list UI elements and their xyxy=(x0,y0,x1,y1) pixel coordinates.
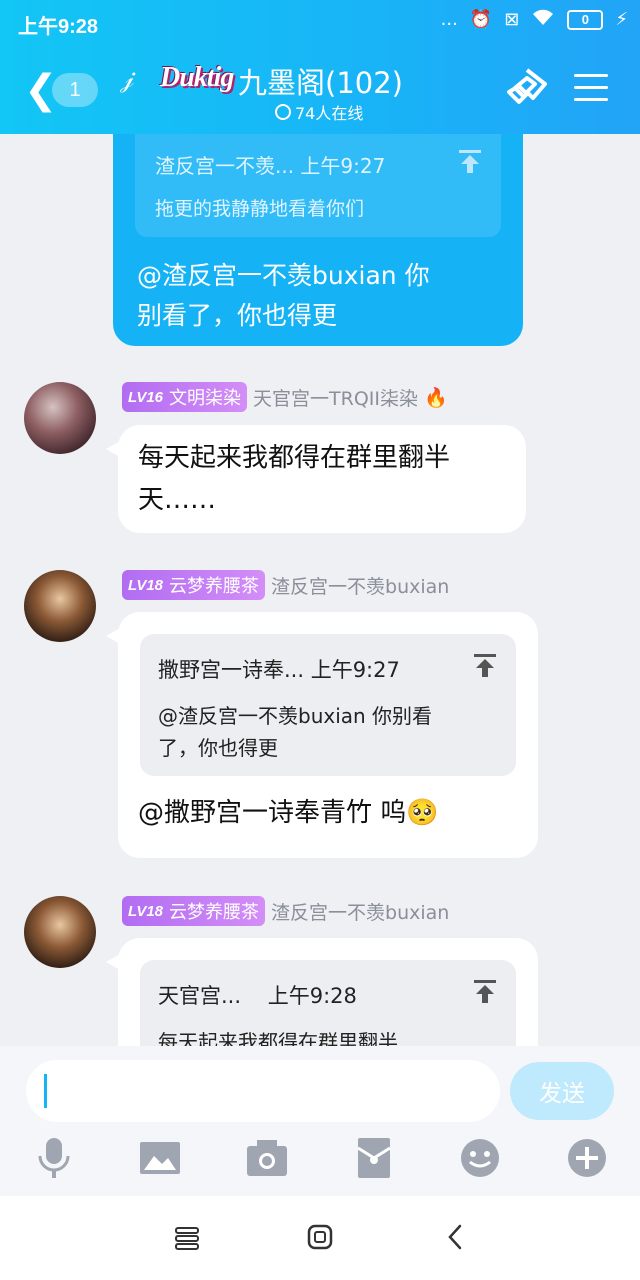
status-time: 上午9:28 xyxy=(18,16,99,38)
group-brand-logo: Duktig xyxy=(160,62,234,93)
level-badge: LV18 云梦养腰茶 xyxy=(122,896,266,926)
group-title[interactable]: 九墨阁(102) xyxy=(238,60,403,102)
unread-count-badge[interactable]: 1 xyxy=(52,73,98,107)
link-share-icon[interactable] xyxy=(505,68,549,108)
sender-name[interactable]: 渣反宫一不羡buxian xyxy=(271,572,449,599)
my-message-bubble[interactable]: 渣反宫一不羡... 上午9:27 拖更的我静静地看着你们 @渣反宫一不羡buxi… xyxy=(113,134,523,346)
chat-area[interactable]: 渣反宫一不羡... 上午9:27 拖更的我静静地看着你们 @渣反宫一不羡buxi… xyxy=(0,134,640,1046)
system-navigation-bar xyxy=(0,1196,640,1280)
message-text: 每天起来我都得在群里翻半 天…… xyxy=(138,443,451,515)
message-input[interactable] xyxy=(26,1060,500,1122)
sender-meta: LV16 文明柒染 天官宫一TRQII柒染 🔥 xyxy=(122,382,448,412)
red-packet-icon[interactable] xyxy=(352,1136,396,1180)
online-icon xyxy=(275,104,291,120)
message-bubble[interactable]: 每天起来我都得在群里翻半 天…… xyxy=(106,425,526,533)
level-badge: LV18 云梦养腰茶 xyxy=(122,570,266,600)
jump-to-quote-icon[interactable] xyxy=(457,148,483,174)
quoted-message[interactable]: 渣反宫一不羡... 上午9:27 拖更的我静静地看着你们 xyxy=(135,134,501,237)
wifi-icon xyxy=(531,8,555,31)
input-bar: 发送 xyxy=(0,1046,640,1196)
quoted-message[interactable]: 天官宫... 上午9:28 每天起来我都得在群里翻半 xyxy=(140,960,516,1046)
microphone-icon[interactable] xyxy=(32,1136,76,1180)
fire-icon: 🔥 xyxy=(424,386,448,409)
quote-header: 撒野宫一诗奉... 上午9:27 xyxy=(158,658,400,682)
sender-name[interactable]: 渣反宫一不羡buxian xyxy=(271,898,449,925)
sim-icon: ⊠ xyxy=(504,9,520,30)
menu-icon[interactable] xyxy=(574,74,608,104)
quote-text: @渣反宫一不羡buxian 你别看 了，你也得更 xyxy=(158,704,433,760)
image-icon[interactable] xyxy=(138,1136,182,1180)
level-badge: LV16 文明柒染 xyxy=(122,382,248,412)
camera-icon[interactable] xyxy=(245,1136,289,1180)
plus-icon[interactable] xyxy=(565,1136,609,1180)
quoted-message[interactable]: 撒野宫一诗奉... 上午9:27 @渣反宫一不羡buxian 你别看 了，你也得… xyxy=(140,634,516,776)
quote-text: 拖更的我静静地看着你们 xyxy=(155,198,365,220)
status-bar: 上午9:28 ... ⏰ ⊠ 0 ⚡ xyxy=(0,0,640,44)
home-icon[interactable] xyxy=(305,1222,335,1252)
avatar[interactable] xyxy=(24,896,96,968)
alarm-icon: ⏰ xyxy=(469,9,493,30)
toolbar xyxy=(0,1136,640,1186)
send-button[interactable]: 发送 xyxy=(510,1062,614,1120)
online-count: 74人在线 xyxy=(295,104,364,123)
message-bubble[interactable]: 撒野宫一诗奉... 上午9:27 @渣反宫一不羡buxian 你别看 了，你也得… xyxy=(106,612,538,858)
quote-header: 天官宫... 上午9:28 xyxy=(158,984,357,1008)
message-text: @渣反宫一不羡buxian 你 别看了，你也得更 xyxy=(137,261,430,330)
sender-meta: LV18 云梦养腰茶 渣反宫一不羡buxian xyxy=(122,570,449,600)
avatar[interactable] xyxy=(24,570,96,642)
avatar[interactable] xyxy=(24,382,96,454)
quote-header: 渣反宫一不羡... 上午9:27 xyxy=(155,154,386,178)
chat-header: 上午9:28 ... ⏰ ⊠ 0 ⚡ ❮ 1 𝒿 Duktig 九墨阁(102)… xyxy=(0,0,640,134)
sender-name[interactable]: 天官宫一TRQII柒染 xyxy=(253,384,418,411)
charging-icon: ⚡ xyxy=(615,9,628,30)
quote-text: 每天起来我都得在群里翻半 xyxy=(158,1030,398,1046)
jump-to-quote-icon[interactable] xyxy=(472,652,498,678)
message-text: @撒野宫一诗奉青竹 呜🥺 xyxy=(138,798,439,828)
text-caret xyxy=(44,1074,47,1108)
more-dots-icon: ... xyxy=(440,9,458,30)
recent-apps-icon[interactable] xyxy=(172,1222,202,1252)
jump-to-quote-icon[interactable] xyxy=(472,978,498,1004)
online-status[interactable]: 74人在线 xyxy=(275,100,363,124)
message-bubble[interactable]: 天官宫... 上午9:28 每天起来我都得在群里翻半 xyxy=(106,938,538,1046)
ear-icon[interactable]: 𝒿 xyxy=(120,64,134,95)
emoji-icon[interactable] xyxy=(458,1136,502,1180)
sender-meta: LV18 云梦养腰茶 渣反宫一不羡buxian xyxy=(122,896,449,926)
battery-icon: 0 xyxy=(567,9,604,30)
back-icon[interactable] xyxy=(440,1222,470,1252)
